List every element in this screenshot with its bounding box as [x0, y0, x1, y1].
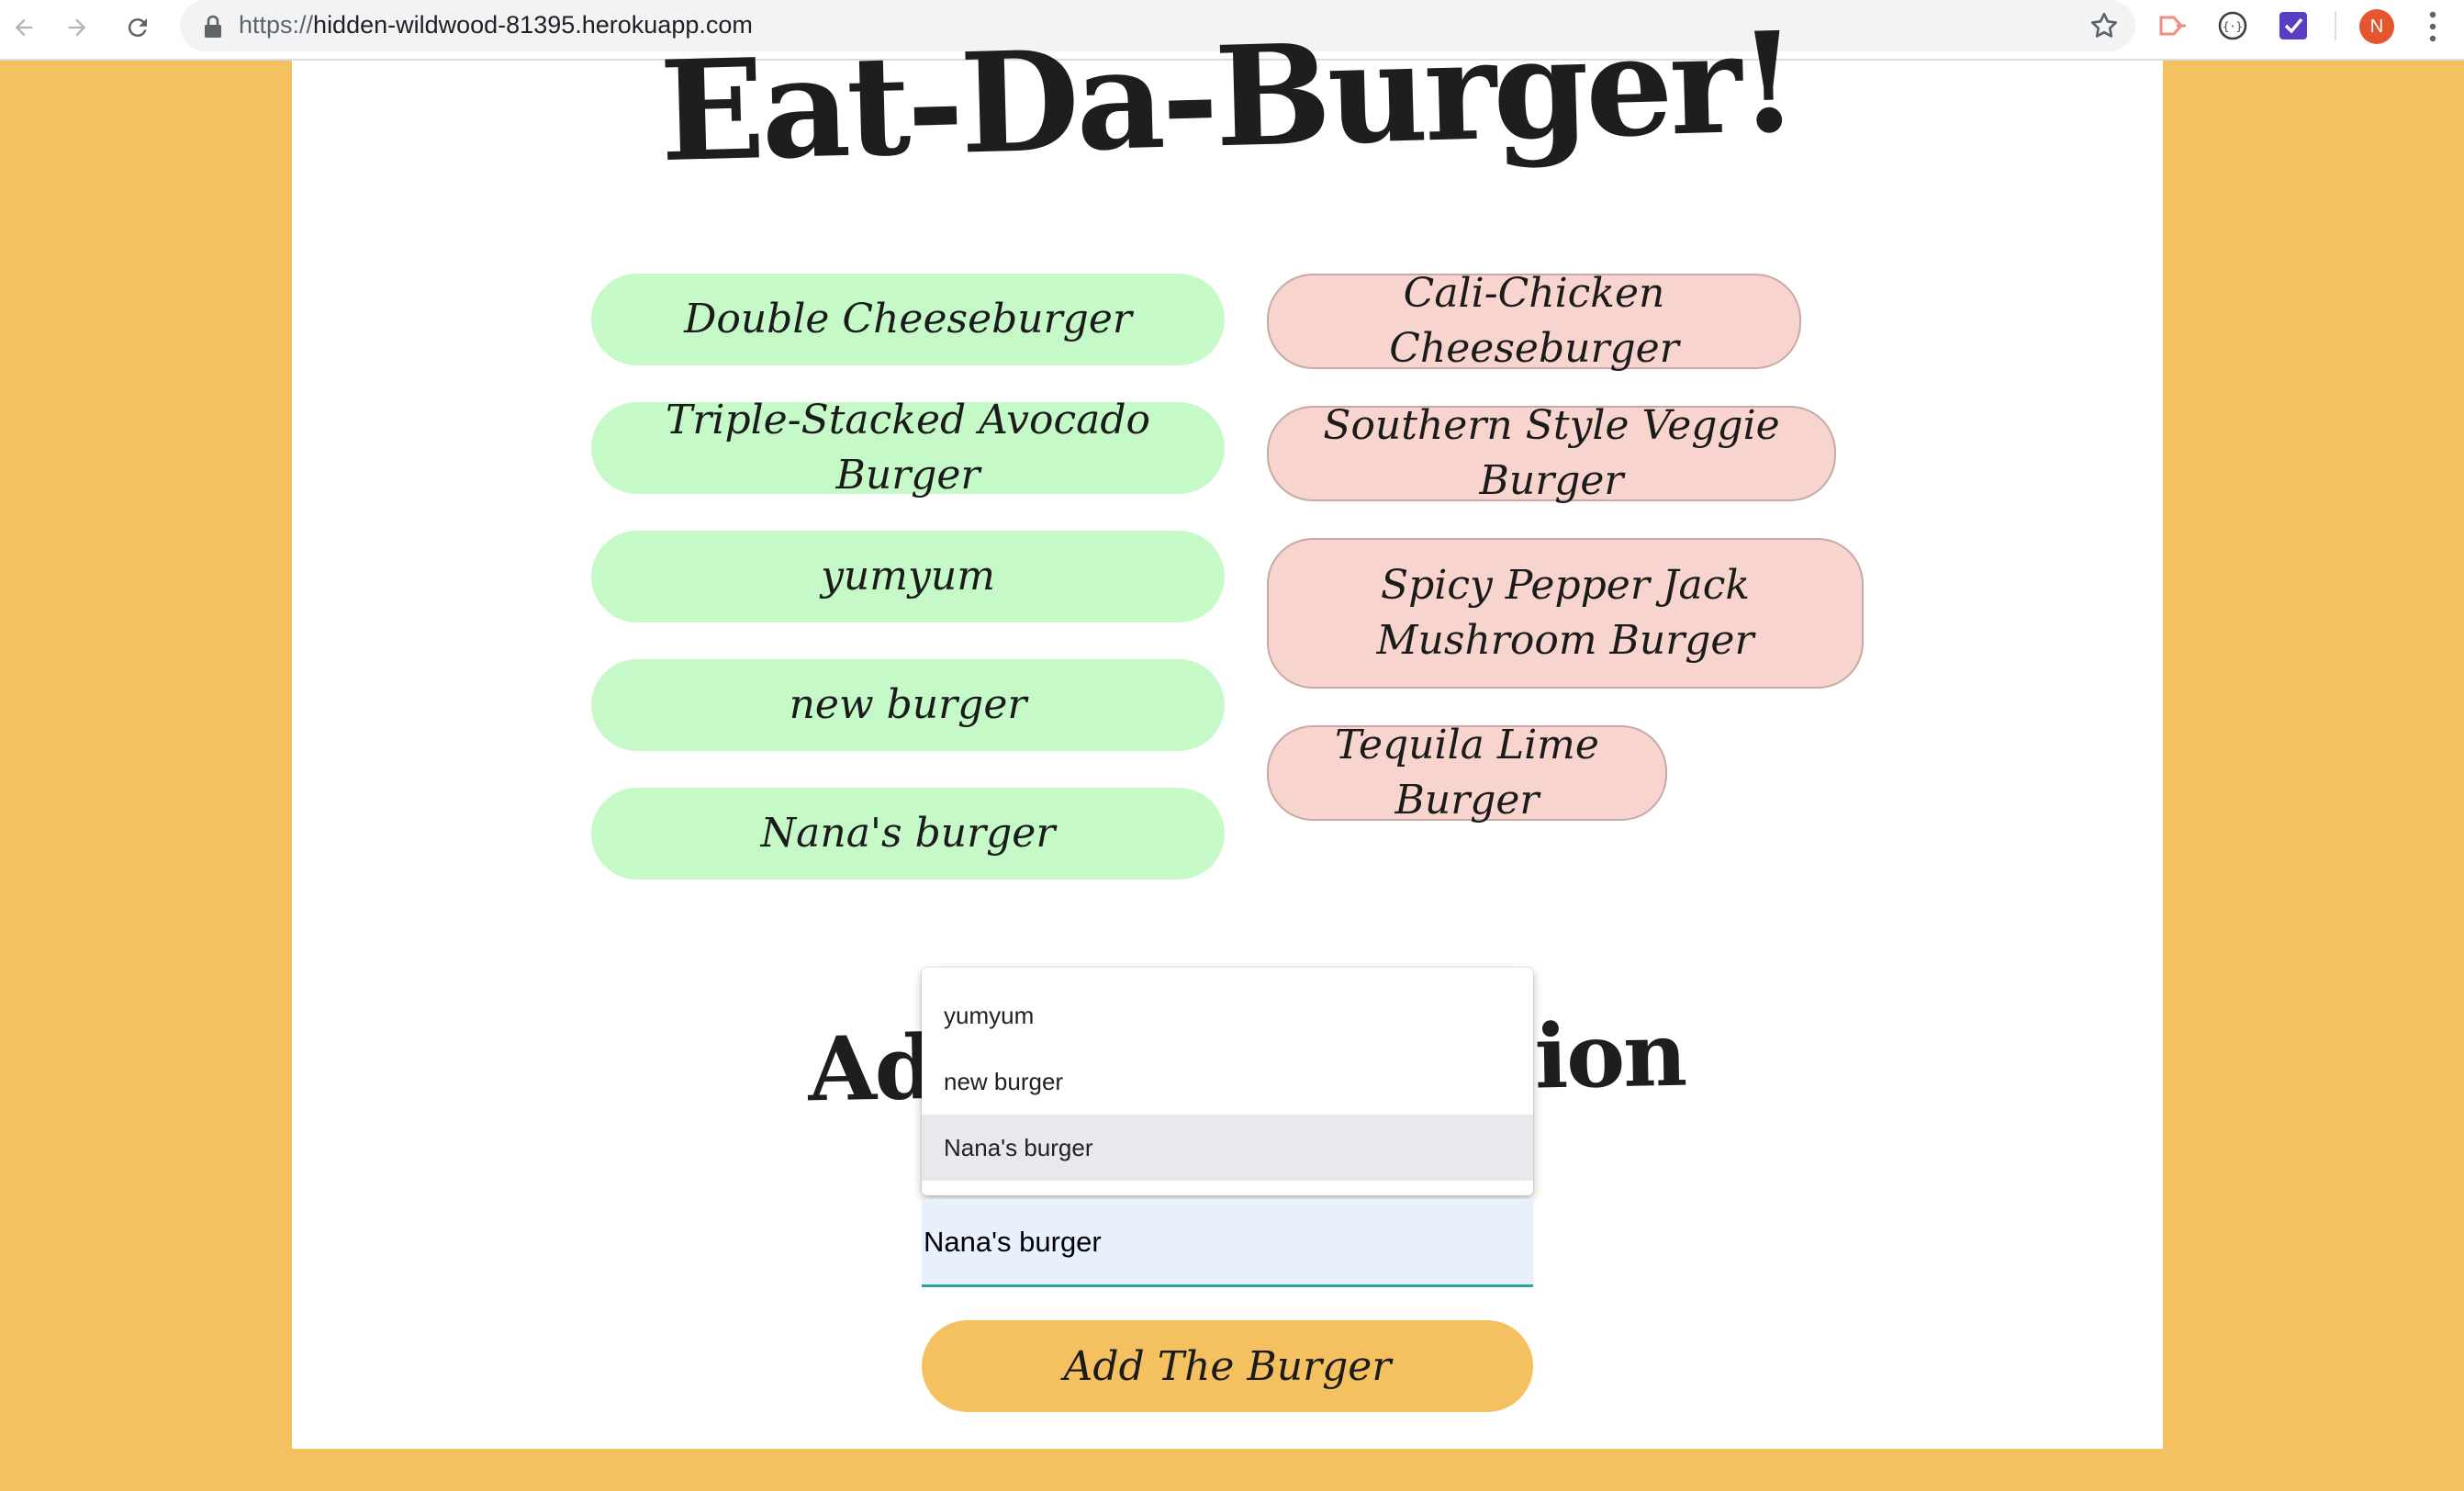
eaten-burger-item[interactable]: new burger [591, 659, 1225, 751]
more-menu-icon[interactable] [2424, 9, 2442, 44]
add-section-title-end: ion [1533, 1002, 1686, 1109]
arrow-right-icon [68, 18, 86, 37]
autocomplete-dropdown: yumyum new burger Nana's burger [922, 968, 1533, 1195]
lock-icon [205, 15, 221, 38]
forward-button[interactable] [57, 7, 97, 48]
svg-text:{·}: {·} [2223, 20, 2243, 33]
devour-burger-button[interactable]: Spicy Pepper Jack Mushroom Burger [1267, 538, 1864, 689]
reload-button[interactable] [118, 7, 158, 48]
toolbar-separator [2335, 11, 2336, 40]
eaten-burger-item[interactable]: Double Cheeseburger [591, 274, 1225, 365]
burger-name-input[interactable]: Nana's burger [922, 1199, 1533, 1287]
extension-checkbox-icon[interactable] [2277, 9, 2310, 42]
eaten-burger-item[interactable]: Nana's burger [591, 788, 1225, 880]
eaten-burger-item[interactable]: yumyum [591, 531, 1225, 622]
devour-burger-button[interactable]: Tequila Lime Burger [1267, 722, 1667, 824]
main-container: Eat-Da-Burger! Double Cheeseburger Tripl… [292, 2, 2163, 1449]
devour-burger-button[interactable]: Southern Style Veggie Burger [1267, 402, 1836, 504]
arrow-left-icon [15, 18, 33, 37]
profile-avatar[interactable]: N [2359, 9, 2394, 44]
extension-code-icon[interactable]: {·} [2216, 9, 2249, 42]
autocomplete-option[interactable]: new burger [922, 1048, 1533, 1115]
extension-cast-icon[interactable] [2157, 9, 2190, 42]
autocomplete-option[interactable]: yumyum [922, 982, 1533, 1048]
url-protocol: https:// [239, 11, 314, 39]
reload-icon [128, 18, 147, 38]
back-button[interactable] [4, 7, 44, 48]
autocomplete-option-highlighted[interactable]: Nana's burger [922, 1115, 1533, 1181]
devour-burger-button[interactable]: Cali-Chicken Cheeseburger [1267, 270, 1801, 372]
eaten-burger-item[interactable]: Triple-Stacked Avocado Burger [591, 397, 1225, 499]
add-burger-button[interactable]: Add The Burger [922, 1320, 1533, 1412]
add-section-title-start: Ad [807, 1015, 935, 1122]
